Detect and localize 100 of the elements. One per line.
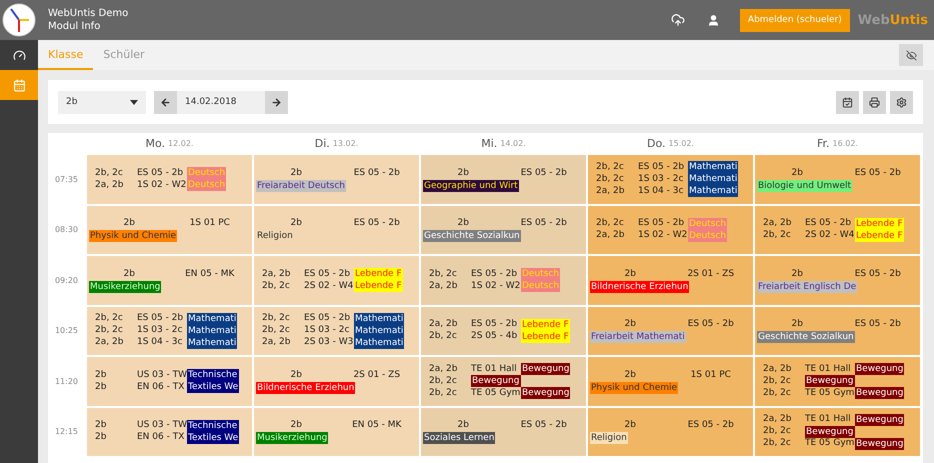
subject-label[interactable]: Geschichte Sozialkun xyxy=(757,331,855,344)
room-label: ES 05 - 2b xyxy=(520,166,568,180)
lesson-cell[interactable]: 2b ES 05 - 2b Freiarbeit Mathemati xyxy=(588,306,753,355)
day-name: Mi. xyxy=(481,136,498,150)
subject-label[interactable]: Musikerziehung xyxy=(256,432,328,444)
subject-label[interactable]: Technische xyxy=(187,420,240,432)
time-label: 09:20 xyxy=(54,276,78,285)
subject-label[interactable]: Bewegung xyxy=(855,438,904,450)
subject-label[interactable]: Geschichte Sozialkun xyxy=(423,230,521,242)
lesson-cell[interactable]: 2b ES 05 - 2b Biologie und Umwelt xyxy=(755,155,920,204)
subject-label[interactable]: Mathemati xyxy=(187,336,238,349)
subject-label[interactable]: Biologie und Umwelt xyxy=(757,180,852,192)
subject-label[interactable]: Bildnerische Erziehun xyxy=(590,280,690,293)
subject-label[interactable]: Physik und Chemie xyxy=(590,382,678,394)
class-select[interactable]: 2b xyxy=(58,90,146,114)
subject-label[interactable]: Bewegung xyxy=(521,363,570,376)
subject-label[interactable]: Textiles We xyxy=(187,432,240,444)
subject-label[interactable]: Mathemati xyxy=(688,173,738,186)
lesson-cell[interactable]: 2b 1S 01 PC Physik und Chemie xyxy=(87,206,252,254)
next-button[interactable] xyxy=(265,90,288,114)
room-label: ES 05 - 2b xyxy=(352,217,401,230)
lesson-cell[interactable]: 2b ES 05 - 2b Freiarbeit Englisch De xyxy=(755,256,920,304)
subject-label[interactable]: Bildnerische Erziehun xyxy=(256,382,356,394)
subject-label[interactable]: Technische xyxy=(187,369,240,382)
lesson-cell[interactable]: 2b ES 05 - 2b Soziales Lernen xyxy=(421,408,586,456)
subject-label[interactable]: Bewegung xyxy=(471,375,521,388)
class-label: 2a, 2b xyxy=(429,319,458,330)
room-label: ES 05 - 2b xyxy=(686,419,735,432)
subject-label[interactable]: Lebende F xyxy=(354,280,403,292)
subject-label[interactable]: Musikerziehung xyxy=(89,280,162,293)
gauge-icon xyxy=(12,48,26,62)
lesson-cell[interactable]: 2a, 2b ES 05 - 2b Lebende F 2b, 2c 2S 05 - 4b Lebende F xyxy=(421,306,586,355)
subject-label[interactable]: Textiles We xyxy=(187,381,240,394)
subject-label[interactable]: Freiarbeit Englisch De xyxy=(757,280,858,293)
lesson-cell[interactable]: 2b, 2c ES 05 - 2b Mathemati 2b, 2c 1S 03 - 2c Mathemati 2a, 2b 1S 04 - 3c Mathemati xyxy=(87,306,252,355)
class-label: 2a, 2b xyxy=(763,414,792,426)
subject-label[interactable]: Geographie und Wirt xyxy=(423,180,519,192)
lesson-cell[interactable]: 2a, 2b ES 05 - 2b Lebende F 2b, 2c 2S 02 - W4 Lebende F xyxy=(755,206,920,254)
lesson-cell[interactable]: 2b ES 05 - 2b Geschichte Sozialkun xyxy=(421,206,586,254)
subject-label[interactable]: Bewegung xyxy=(855,414,904,426)
subject-label[interactable]: Religion xyxy=(590,432,628,444)
subject-label[interactable]: Mathemati xyxy=(354,312,404,325)
settings-button[interactable] xyxy=(890,90,913,114)
previous-button[interactable] xyxy=(154,90,177,114)
subject-label[interactable]: Mathemati xyxy=(354,324,404,337)
subject-label[interactable]: Religion xyxy=(256,230,294,242)
room-label: ES 05 - 2b xyxy=(686,318,735,332)
lesson-cell[interactable]: 2b ES 05 - 2b Freiarabeit Deutsch xyxy=(254,155,419,204)
lesson-cell[interactable]: 2b 2S 01 - ZS Bildnerische Erziehun xyxy=(254,357,419,406)
lesson-cell[interactable]: 2b EN 05 - MK Musikerziehung xyxy=(254,408,419,456)
lesson-cell[interactable]: 2b ES 05 - 2b Religion xyxy=(588,408,753,456)
day-date: 12.02. xyxy=(168,138,194,148)
subject-label[interactable]: Bewegung xyxy=(521,387,570,400)
hide-button[interactable] xyxy=(899,44,923,66)
class-label: 2b, 2c xyxy=(596,218,625,230)
subject-label[interactable]: Bewegung xyxy=(805,375,855,388)
lesson-cell[interactable]: 2b ES 05 - 2b Geographie und Wirt xyxy=(421,155,586,204)
lesson-cell[interactable]: 2a, 2b TE 01 Hall Bewegung 2b, 2c Bewegung 2b, 2c TE 05 Gym Bewegung xyxy=(421,357,586,406)
cloud-upload-icon[interactable] xyxy=(670,13,685,27)
lesson-cell[interactable]: 2b ES 05 - 2b Geschichte Sozialkun xyxy=(755,306,920,355)
lesson-cell[interactable]: 2b 2S 01 - ZS Bildnerische Erziehun xyxy=(588,256,753,304)
subject-label[interactable]: Bewegung xyxy=(805,426,855,438)
subject-label[interactable]: Freiarabeit Deutsch xyxy=(256,180,346,192)
subject-label[interactable]: Freiarbeit Mathemati xyxy=(590,331,686,344)
lesson-cell[interactable]: 2a, 2b TE 01 Hall Bewegung 2b, 2c Bewegung 2b, 2c TE 05 Gym Bewegung xyxy=(755,408,920,456)
date-field[interactable]: 14.02.2018 xyxy=(177,90,265,114)
calendar-button[interactable] xyxy=(836,90,859,114)
subject-label[interactable]: Bewegung xyxy=(855,363,904,376)
room-label: 2S 05 - 4b xyxy=(471,331,518,342)
subject-label[interactable]: Soziales Lernen xyxy=(423,432,496,444)
print-button[interactable] xyxy=(863,90,886,114)
user-icon[interactable] xyxy=(707,14,720,26)
subject-label[interactable]: Lebende F xyxy=(855,230,904,242)
lesson-cell[interactable]: 2b US 03 - TWTechnische 2b EN 06 - TX Textiles We xyxy=(87,357,252,406)
subject-label[interactable]: Bewegung xyxy=(855,387,904,400)
lesson-cell[interactable]: 2b 1S 01 PC Physik und Chemie xyxy=(588,357,753,406)
lesson-cell[interactable]: 2b ES 05 - 2b Religion xyxy=(254,206,419,254)
subject-label[interactable]: Lebende F xyxy=(855,218,904,230)
lesson-cell[interactable]: 2a, 2b ES 05 - 2b Lebende F 2b, 2c 2S 02 - W4 Lebende F xyxy=(254,256,419,304)
class-label: 2b xyxy=(122,217,136,230)
subject-label[interactable]: Mathemati xyxy=(187,312,238,325)
class-label: 2b, 2c xyxy=(763,426,792,438)
subject-label[interactable]: Mathemati xyxy=(688,161,738,174)
subject-label[interactable]: Mathemati xyxy=(354,336,404,349)
subject-label[interactable]: Mathemati xyxy=(187,324,238,337)
subject-label[interactable]: Mathemati xyxy=(688,185,738,198)
subject-label[interactable]: Lebende F xyxy=(521,330,570,343)
class-label: 2a, 2b xyxy=(596,230,626,242)
lesson-cell[interactable]: 2b, 2c ES 05 - 2b Mathemati 2b, 2c 1S 03 - 2c Mathemati 2a, 2b 1S 04 - 3c Mathemati xyxy=(588,155,753,204)
subject-label[interactable]: Lebende F xyxy=(354,268,403,280)
room-label: 1S 03 - 2c xyxy=(137,325,184,336)
lesson-cell[interactable]: 2b, 2c ES 05 - 2b Mathemati 2b, 2c 1S 03 - 2c Mathemati 2a, 2b 2S 03 - W3 Mathemati xyxy=(254,306,419,355)
room-label: 2S 01 - ZS xyxy=(686,268,736,281)
lesson-cell[interactable]: 2b EN 05 - MK Musikerziehung xyxy=(87,256,252,304)
lesson-cell[interactable]: 2a, 2b TE 01 Hall Bewegung 2b, 2c Bewegung 2b, 2c TE 05 Gym Bewegung xyxy=(755,357,920,406)
room-label: 1S 04 - 3c xyxy=(638,186,684,197)
subject-label[interactable]: Physik und Chemie xyxy=(89,230,178,242)
subject-label[interactable]: Lebende F xyxy=(521,318,570,331)
time-label: 11:20 xyxy=(54,376,78,386)
lesson-cell[interactable]: 2b US 03 - TWTechnische 2b EN 06 - TX Textiles We xyxy=(87,408,252,456)
